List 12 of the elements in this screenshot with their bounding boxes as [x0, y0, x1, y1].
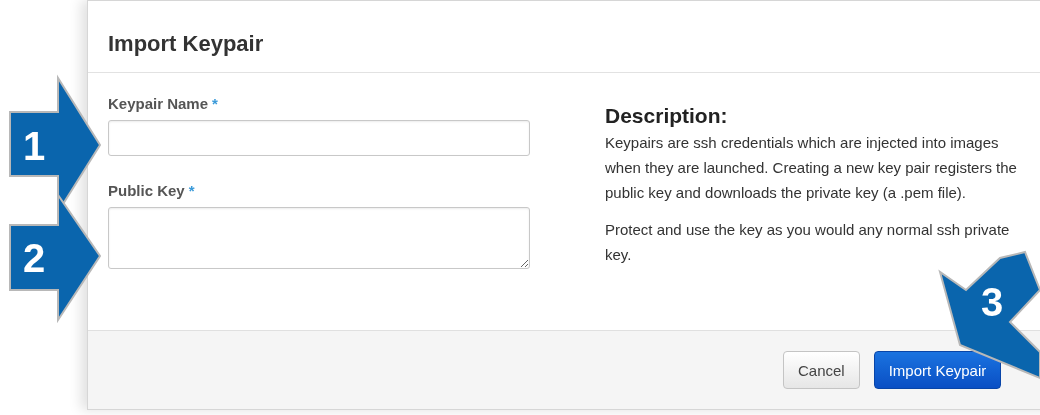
cancel-button[interactable]: Cancel [783, 351, 860, 389]
keypair-name-field[interactable] [108, 120, 530, 156]
description-heading: Description: [605, 104, 729, 128]
required-mark: * [188, 182, 195, 199]
public-key-field[interactable] [108, 207, 530, 269]
description-text: Protect and use the key as you would any normal ssh private key. [605, 220, 1011, 265]
required-mark: * [212, 95, 218, 112]
field-label: Public Key [108, 182, 185, 199]
description-text: Keypairs are ssh credentials which are injected into images when they are launched. Creating a new key pair registers the public key and downloads the private key (a .pem file). [605, 133, 1018, 203]
field-label: Keypair Name [108, 95, 209, 112]
dialog-title: Import Keypair [108, 31, 264, 56]
import-button[interactable]: Import Keypair [873, 351, 1002, 389]
